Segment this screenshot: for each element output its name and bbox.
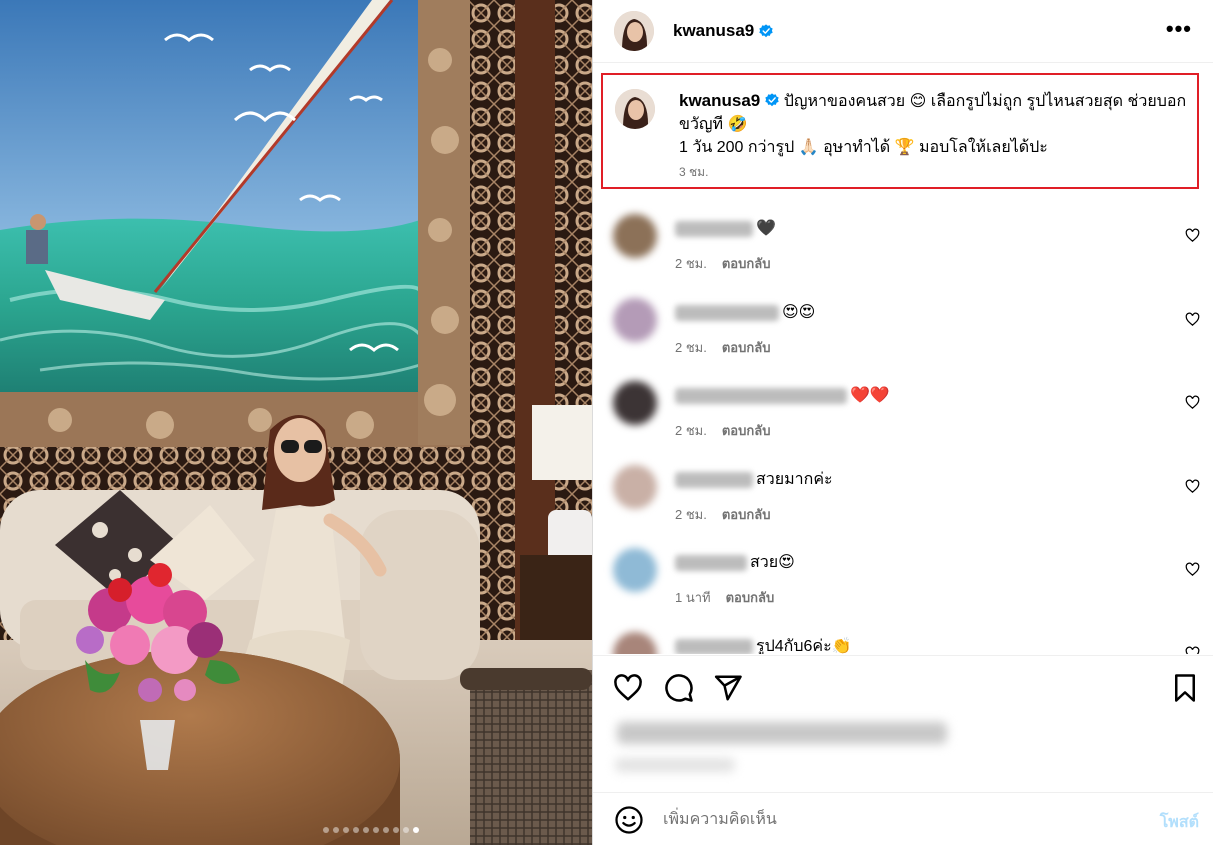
comment-timestamp: 2 ชม. <box>675 423 707 438</box>
likes-summary-blurred[interactable] <box>617 722 947 744</box>
comment-timestamp: 2 ชม. <box>675 256 707 271</box>
comment-username-blurred[interactable] <box>675 555 747 571</box>
carousel-dot[interactable] <box>393 827 399 833</box>
comment-item: 😍😍 2 ชม. ตอบกลับ <box>593 284 1213 368</box>
carousel-indicator <box>0 827 592 833</box>
action-bar <box>593 655 1213 720</box>
comment-username-blurred[interactable] <box>675 472 753 488</box>
heart-icon[interactable] <box>1185 395 1200 410</box>
caption: kwanusa9 ปัญหาของคนสวย 😊 เลือกรูปไม่ถูก … <box>615 89 1189 179</box>
bookmark-icon[interactable] <box>1170 673 1200 703</box>
avatar[interactable] <box>613 381 657 425</box>
comment-username-blurred[interactable] <box>675 305 779 321</box>
carousel-dot-active[interactable] <box>413 827 419 833</box>
heart-icon[interactable] <box>613 673 643 703</box>
heart-icon[interactable] <box>1185 562 1200 577</box>
carousel-dot[interactable] <box>343 827 349 833</box>
reply-button[interactable]: ตอบกลับ <box>722 337 771 358</box>
post-header: kwanusa9 ••• <box>593 0 1213 63</box>
carousel-dot[interactable] <box>323 827 329 833</box>
avatar[interactable] <box>615 89 655 129</box>
reply-button[interactable]: ตอบกลับ <box>726 587 775 608</box>
more-options-icon[interactable]: ••• <box>1166 18 1192 40</box>
carousel-dot[interactable] <box>373 827 379 833</box>
carousel-dot[interactable] <box>383 827 389 833</box>
comment-username-blurred[interactable] <box>675 388 847 404</box>
post-comment-button[interactable]: โพสต์ <box>1160 810 1199 835</box>
avatar[interactable] <box>613 548 657 592</box>
comment-timestamp: 2 ชม. <box>675 340 707 355</box>
carousel-dot[interactable] <box>353 827 359 833</box>
comment-username-blurred[interactable] <box>675 639 753 654</box>
heart-icon[interactable] <box>1185 646 1200 654</box>
comment-text: ❤️❤️ <box>850 387 890 404</box>
carousel-dot[interactable] <box>403 827 409 833</box>
heart-icon[interactable] <box>1185 479 1200 494</box>
verified-badge-icon <box>759 24 773 38</box>
caption-timestamp: 3 ชม. <box>679 165 709 179</box>
caption-line-2: 1 วัน 200 กว่ารูป 🙏🏻 อุษาทำได้ 🏆 มอบโลให… <box>679 139 1048 156</box>
heart-icon[interactable] <box>1185 228 1200 243</box>
comment-text: 🖤 <box>756 220 776 237</box>
comment-item: สวย😍 1 นาที ตอบกลับ <box>593 534 1213 618</box>
comment-timestamp: 1 นาที <box>675 590 711 605</box>
comment-text: 😍😍 <box>782 304 816 321</box>
avatar[interactable] <box>613 214 657 258</box>
send-icon[interactable] <box>713 673 743 703</box>
caption-text: kwanusa9 ปัญหาของคนสวย 😊 เลือกรูปไม่ถูก … <box>679 89 1189 179</box>
comments-list[interactable]: 🖤 2 ชม. ตอบกลับ 😍😍 2 ชม. ตอบกลับ ❤️❤️ 2 … <box>593 200 1213 654</box>
comment-item: ❤️❤️ 2 ชม. ตอบกลับ <box>593 367 1213 451</box>
comment-item: 🖤 2 ชม. ตอบกลับ <box>593 200 1213 284</box>
reply-button[interactable]: ตอบกลับ <box>722 420 771 441</box>
comment-item: รูป4กับ6ค่ะ👏 <box>593 618 1213 654</box>
comment-text: สวย😍 <box>750 554 795 571</box>
comment-text: รูป4กับ6ค่ะ👏 <box>756 638 852 654</box>
comment-timestamp: 2 ชม. <box>675 507 707 522</box>
avatar[interactable] <box>614 11 654 51</box>
post-photo[interactable] <box>0 0 592 845</box>
comment-icon[interactable] <box>664 673 694 703</box>
caption-highlight-box: kwanusa9 ปัญหาของคนสวย 😊 เลือกรูปไม่ถูก … <box>601 73 1199 189</box>
avatar[interactable] <box>613 632 657 654</box>
comment-item: สวยมากค่ะ 2 ชม. ตอบกลับ <box>593 451 1213 535</box>
author-username[interactable]: kwanusa9 <box>673 21 754 41</box>
carousel-dot[interactable] <box>333 827 339 833</box>
add-comment-bar: โพสต์ <box>593 792 1213 845</box>
photo-illustration <box>0 0 592 845</box>
verified-badge-icon <box>765 93 779 107</box>
comment-username-blurred[interactable] <box>675 221 753 237</box>
post-details-panel: kwanusa9 ••• kwanusa9 ปัญหาของคนสวย 😊 เล… <box>592 0 1213 845</box>
reply-button[interactable]: ตอบกลับ <box>722 253 771 274</box>
avatar[interactable] <box>613 298 657 342</box>
post-date-blurred <box>615 758 735 772</box>
comment-input[interactable] <box>663 807 1103 833</box>
avatar[interactable] <box>613 465 657 509</box>
heart-icon[interactable] <box>1185 312 1200 327</box>
comment-text: สวยมากค่ะ <box>756 471 833 488</box>
reply-button[interactable]: ตอบกลับ <box>722 504 771 525</box>
caption-username[interactable]: kwanusa9 <box>679 91 760 110</box>
carousel-dot[interactable] <box>363 827 369 833</box>
emoji-icon[interactable] <box>614 805 644 835</box>
